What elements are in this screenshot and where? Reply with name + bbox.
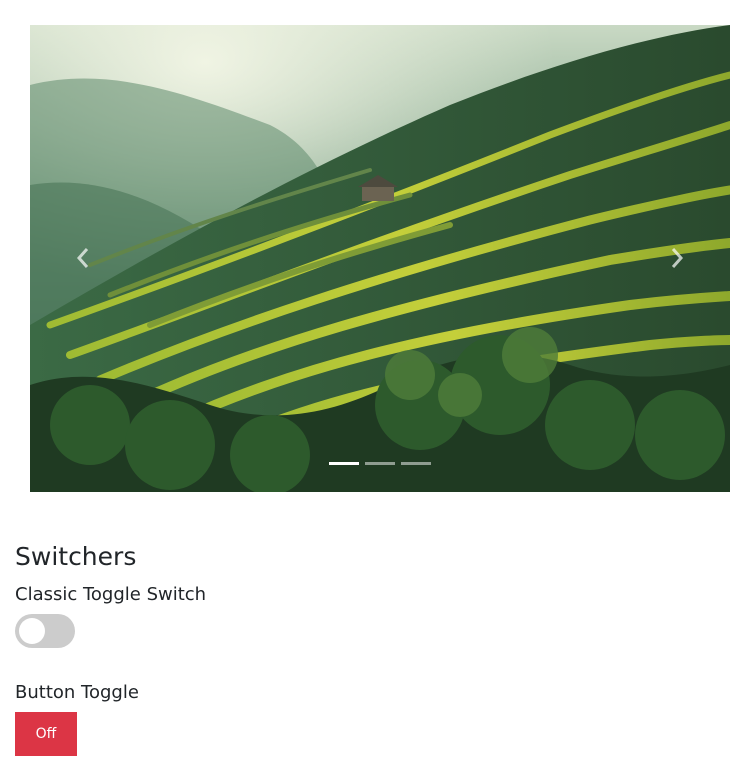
chevron-left-icon bbox=[76, 248, 89, 268]
section-title: Switchers bbox=[15, 542, 137, 571]
off-toggle-button[interactable]: Off bbox=[15, 712, 77, 756]
carousel-indicators bbox=[329, 462, 431, 465]
classic-toggle-label: Classic Toggle Switch bbox=[15, 584, 207, 605]
carousel-image bbox=[30, 25, 730, 492]
carousel-indicator-3[interactable] bbox=[401, 462, 431, 465]
button-toggle-label: Button Toggle bbox=[15, 682, 139, 703]
carousel-next-button[interactable] bbox=[665, 246, 689, 270]
carousel-prev-button[interactable] bbox=[71, 246, 95, 270]
carousel-indicator-1[interactable] bbox=[329, 462, 359, 465]
chevron-right-icon bbox=[671, 248, 684, 268]
page: Switchers Classic Toggle Switch Button T… bbox=[0, 0, 756, 777]
image-carousel[interactable] bbox=[30, 25, 730, 492]
toggle-knob bbox=[19, 618, 45, 644]
carousel-indicator-2[interactable] bbox=[365, 462, 395, 465]
classic-toggle-switch[interactable] bbox=[15, 614, 75, 648]
